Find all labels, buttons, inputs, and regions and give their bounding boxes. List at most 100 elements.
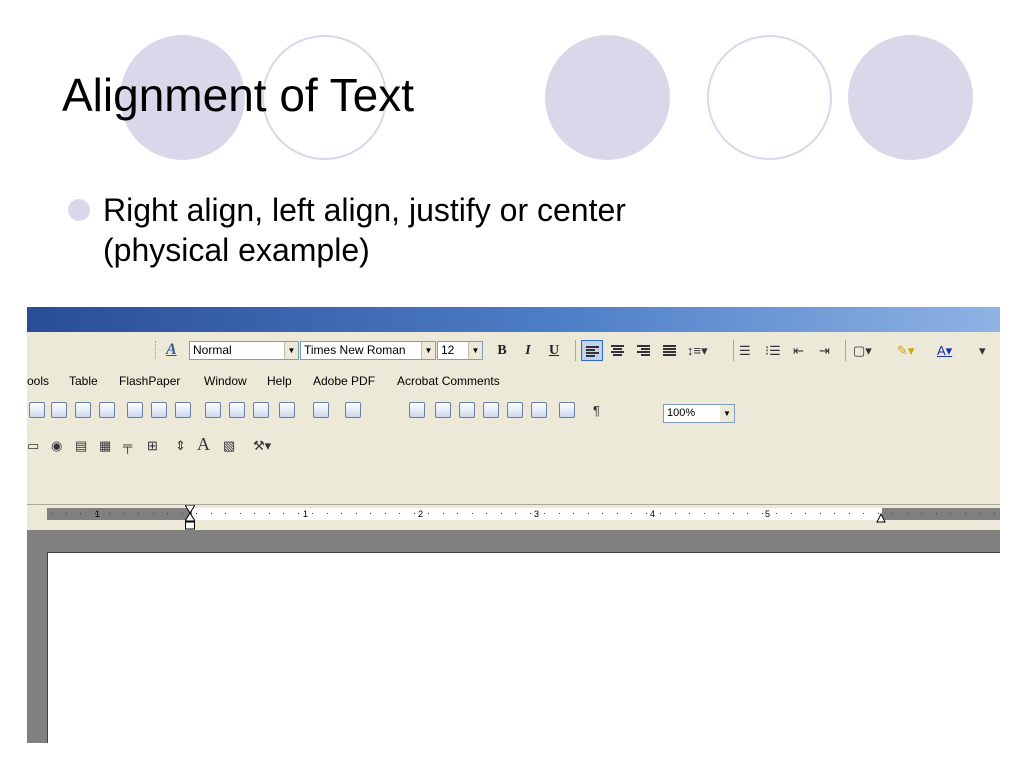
style-combo[interactable]: Normal ▼ bbox=[189, 341, 299, 360]
cut-icon[interactable] bbox=[205, 402, 221, 418]
underline-button[interactable]: U bbox=[545, 341, 563, 360]
image-icon[interactable]: ▧ bbox=[223, 438, 235, 454]
border-icon[interactable]: ▢▾ bbox=[853, 341, 872, 360]
draw-table-icon[interactable]: ╤ bbox=[123, 438, 132, 453]
ruler-tick bbox=[776, 513, 777, 514]
highlight-icon[interactable]: ✎▾ bbox=[897, 341, 914, 360]
permission-icon[interactable] bbox=[75, 402, 91, 418]
redo-icon[interactable] bbox=[345, 402, 361, 418]
ruler-number: 4 bbox=[650, 509, 656, 519]
ruler-tick bbox=[240, 513, 241, 514]
pilcrow-icon[interactable]: ¶ bbox=[593, 401, 600, 420]
chevron-down-icon[interactable]: ▼ bbox=[468, 342, 482, 359]
email-icon[interactable] bbox=[99, 402, 115, 418]
ruler-tick bbox=[312, 513, 313, 514]
ruler-tick bbox=[907, 513, 908, 514]
toolbar-separator bbox=[845, 340, 846, 361]
bullets-icon[interactable]: ⁝☰ bbox=[765, 341, 781, 360]
decor-circle-filled bbox=[848, 35, 973, 160]
align-left-button[interactable] bbox=[581, 340, 603, 361]
ruler-tick bbox=[979, 513, 980, 514]
bullet-line: (physical example) bbox=[103, 232, 370, 268]
open-icon[interactable] bbox=[29, 402, 45, 418]
format-painter-icon[interactable] bbox=[279, 402, 295, 418]
spin-icon[interactable]: ⇕ bbox=[175, 438, 186, 454]
menu-table[interactable]: Table bbox=[69, 368, 98, 394]
chevron-down-icon[interactable]: ▼ bbox=[421, 342, 435, 359]
ruler-number: 1 bbox=[303, 509, 309, 519]
hyperlink-icon[interactable] bbox=[409, 402, 425, 418]
combo-box-icon[interactable]: ▤ bbox=[75, 438, 87, 454]
font-color-icon[interactable]: A▾ bbox=[937, 341, 952, 360]
horizontal-ruler[interactable]: 1 1 2 3 4 5 bbox=[27, 504, 1000, 530]
copy-icon[interactable] bbox=[229, 402, 245, 418]
insert-frame-icon[interactable]: ⊞ bbox=[147, 438, 158, 454]
toolbar-grip[interactable] bbox=[155, 341, 158, 359]
align-center-button[interactable] bbox=[607, 340, 629, 361]
drawing-icon[interactable] bbox=[531, 402, 547, 418]
styles-icon[interactable]: A bbox=[166, 341, 188, 359]
tools-icon[interactable]: ⚒▾ bbox=[253, 438, 271, 454]
document-page[interactable] bbox=[47, 552, 1000, 743]
tables-borders-icon[interactable] bbox=[435, 402, 451, 418]
ruler-tick bbox=[660, 513, 661, 514]
menu-bar: ools Table FlashPaper Window Help Adobe … bbox=[27, 368, 1000, 394]
numbering-icon[interactable]: ☰ bbox=[739, 341, 751, 360]
text-field-icon[interactable]: ▭ bbox=[27, 438, 39, 454]
print-preview-icon[interactable] bbox=[151, 402, 167, 418]
ruler-tick bbox=[791, 513, 792, 514]
italic-button[interactable]: I bbox=[519, 341, 537, 360]
menu-adobe-pdf[interactable]: Adobe PDF bbox=[313, 368, 375, 394]
menu-acrobat-comments[interactable]: Acrobat Comments bbox=[397, 368, 500, 394]
decor-circle-outline bbox=[707, 35, 832, 160]
menu-flashpaper[interactable]: FlashPaper bbox=[119, 368, 180, 394]
ruler-tick bbox=[747, 513, 748, 514]
ruler-tick bbox=[965, 513, 966, 514]
label-icon[interactable]: A bbox=[197, 434, 210, 455]
standard-toolbar: ¶ bbox=[27, 394, 1000, 428]
toolbar-options-icon[interactable]: ▾ bbox=[979, 341, 986, 360]
menu-tools[interactable]: ools bbox=[27, 368, 49, 394]
slide-title: Alignment of Text bbox=[62, 69, 415, 121]
line-spacing-icon[interactable]: ↕≡▾ bbox=[687, 341, 708, 360]
font-combo[interactable]: Times New Roman ▼ bbox=[300, 341, 436, 360]
ruler-number: 3 bbox=[534, 509, 540, 519]
option-button-icon[interactable]: ◉ bbox=[51, 438, 62, 454]
decrease-indent-icon[interactable]: ⇤ bbox=[793, 341, 804, 360]
chevron-down-icon[interactable]: ▼ bbox=[284, 342, 298, 359]
right-indent-marker-icon[interactable] bbox=[876, 513, 886, 523]
menu-help[interactable]: Help bbox=[267, 368, 292, 394]
paste-icon[interactable] bbox=[253, 402, 269, 418]
chevron-down-icon[interactable]: ▼ bbox=[720, 405, 734, 422]
indent-marker-icon[interactable] bbox=[185, 505, 195, 531]
ruler-tick bbox=[486, 513, 487, 514]
ruler-tick bbox=[704, 513, 705, 514]
word-screenshot: A Normal ▼ Times New Roman ▼ 12 ▼ B I U bbox=[27, 307, 1000, 743]
ruler-tick bbox=[675, 513, 676, 514]
ruler-tick bbox=[515, 513, 516, 514]
undo-icon[interactable] bbox=[313, 402, 329, 418]
save-icon[interactable] bbox=[51, 402, 67, 418]
print-icon[interactable] bbox=[127, 402, 143, 418]
bullet-text: Right align, left align, justify or cent… bbox=[103, 190, 823, 270]
ruler-tick bbox=[370, 513, 371, 514]
increase-indent-icon[interactable]: ⇥ bbox=[819, 341, 830, 360]
menu-window[interactable]: Window bbox=[204, 368, 247, 394]
columns-icon[interactable] bbox=[507, 402, 523, 418]
ruler-tick bbox=[994, 513, 995, 514]
align-right-button[interactable] bbox=[633, 340, 655, 361]
ruler-tick bbox=[921, 513, 922, 514]
ruler-tick bbox=[182, 513, 183, 514]
document-map-icon[interactable] bbox=[559, 402, 575, 418]
form-field-options-icon[interactable]: ▦ bbox=[99, 438, 111, 454]
zoom-combo[interactable]: 100% ▼ bbox=[663, 404, 735, 423]
ruler-tick bbox=[124, 513, 125, 514]
ruler-tick bbox=[805, 513, 806, 514]
bold-button[interactable]: B bbox=[493, 341, 511, 360]
ruler-tick bbox=[138, 513, 139, 514]
justify-button[interactable] bbox=[659, 340, 681, 361]
spelling-icon[interactable] bbox=[175, 402, 191, 418]
size-combo[interactable]: 12 ▼ bbox=[437, 341, 483, 360]
insert-excel-icon[interactable] bbox=[483, 402, 499, 418]
insert-table-icon[interactable] bbox=[459, 402, 475, 418]
